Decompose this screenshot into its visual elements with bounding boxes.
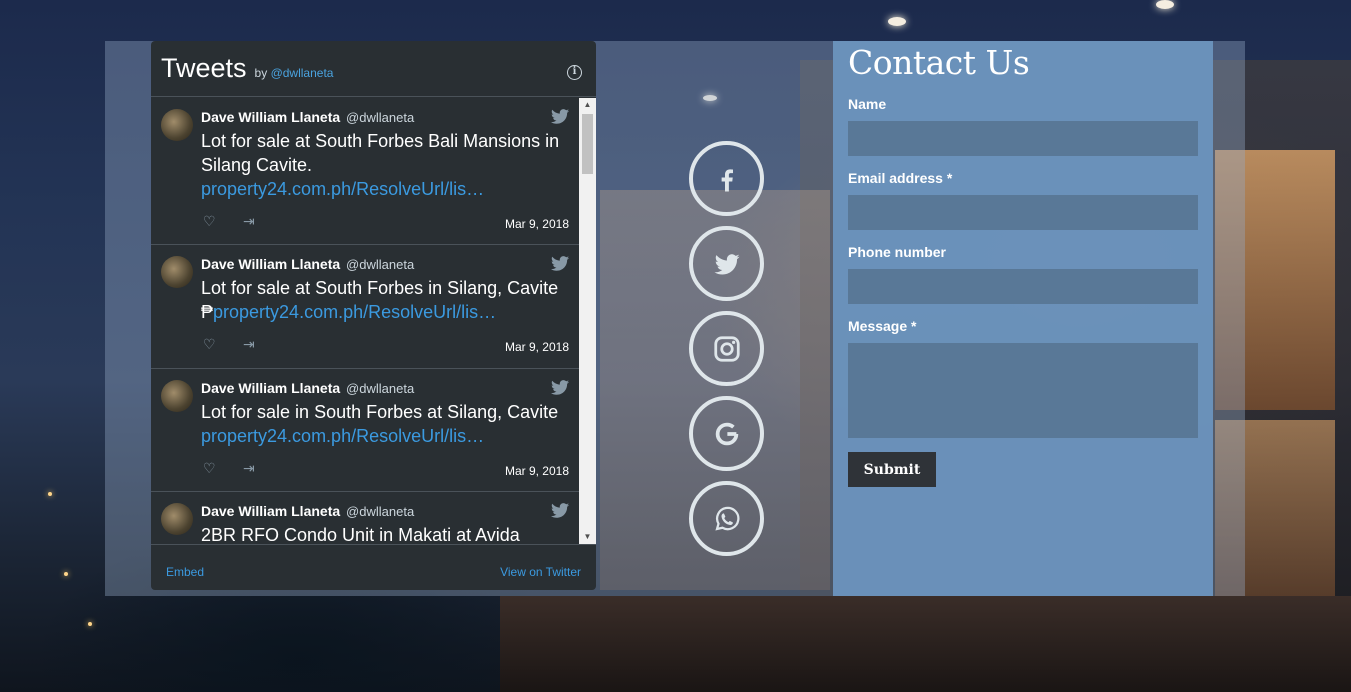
heart-icon[interactable]: ♡ <box>203 336 216 353</box>
submit-button[interactable]: Submit <box>848 452 936 487</box>
background-light <box>88 622 92 626</box>
tweet-author-handle[interactable]: @dwllaneta <box>346 110 414 125</box>
whatsapp-icon <box>714 506 739 531</box>
twitter-bird-icon[interactable] <box>551 109 569 124</box>
background-light <box>64 572 68 576</box>
tweet-body: 2BR RFO Condo Unit in Makati at Avida <box>201 525 520 544</box>
message-label: Message * <box>848 318 917 334</box>
tweet-author-name[interactable]: Dave William Llaneta <box>201 380 340 396</box>
avatar[interactable] <box>161 109 193 141</box>
tweet-author-handle[interactable]: @dwllaneta <box>346 381 414 396</box>
tweet-author-handle[interactable]: @dwllaneta <box>346 257 414 272</box>
info-icon[interactable]: i <box>567 65 582 80</box>
heart-icon[interactable]: ♡ <box>203 460 216 477</box>
tweet-author: Dave William Llaneta @dwllaneta <box>201 379 569 398</box>
tweet-author-handle[interactable]: @dwllaneta <box>346 504 414 519</box>
tweet-body: Lot for sale at South Forbes Bali Mansio… <box>201 131 560 175</box>
twitter-widget-footer: Embed View on Twitter <box>151 544 596 590</box>
contact-panel: Contact Us Name Email address * Phone nu… <box>833 41 1213 596</box>
background-light <box>888 17 906 26</box>
tweet-author: Dave William Llaneta @dwllaneta <box>201 502 569 521</box>
tweet-text: Lot for sale at South Forbes Bali Mansio… <box>201 129 569 201</box>
google-icon <box>715 422 738 445</box>
tweet-actions: ♡ ⇥ Mar 9, 2018 <box>201 458 569 482</box>
tweet-date[interactable]: Mar 9, 2018 <box>505 464 569 478</box>
facebook-icon <box>721 168 733 191</box>
tweet-link[interactable]: property24.com.ph/ResolveUrl/lis… <box>201 426 484 446</box>
twitter-bird-icon[interactable] <box>551 503 569 518</box>
view-on-twitter-link[interactable]: View on Twitter <box>500 565 581 579</box>
tweet-body: Lot for sale in South Forbes at Silang, … <box>201 402 559 422</box>
twitter-bird-icon[interactable] <box>551 380 569 395</box>
tweet-list-scrollbar[interactable]: ▲ ▼ <box>579 98 596 544</box>
tweet-item[interactable]: Dave William Llaneta @dwllaneta Lot for … <box>151 98 579 245</box>
scrollbar-thumb[interactable] <box>582 114 593 174</box>
tweet-author-name[interactable]: Dave William Llaneta <box>201 256 340 272</box>
share-icon[interactable]: ⇥ <box>243 336 255 353</box>
message-field[interactable] <box>848 343 1198 438</box>
twitter-link[interactable] <box>689 226 764 301</box>
share-icon[interactable]: ⇥ <box>243 213 255 230</box>
background-deck <box>500 596 1351 692</box>
background-light <box>48 492 52 496</box>
tweet-text: Lot for sale at South Forbes in Silang, … <box>201 276 569 324</box>
tweet-text: Lot for sale in South Forbes at Silang, … <box>201 400 569 448</box>
name-label: Name <box>848 96 887 112</box>
twitter-icon <box>714 253 739 274</box>
contact-title: Contact Us <box>848 43 1030 82</box>
phone-field[interactable] <box>848 269 1198 304</box>
email-label: Email address * <box>848 170 953 186</box>
avatar[interactable] <box>161 380 193 412</box>
scroll-up-arrow-icon[interactable]: ▲ <box>579 98 596 112</box>
tweet-link[interactable]: property24.com.ph/ResolveUrl/lis… <box>213 302 496 322</box>
tweet-item[interactable]: Dave William Llaneta @dwllaneta 2BR RFO … <box>151 492 579 544</box>
email-field[interactable] <box>848 195 1198 230</box>
byline-handle-link[interactable]: @dwllaneta <box>271 66 334 80</box>
instagram-link[interactable] <box>689 311 764 386</box>
tweet-author: Dave William Llaneta @dwllaneta <box>201 255 569 274</box>
tweet-link[interactable]: property24.com.ph/ResolveUrl/lis… <box>201 179 484 199</box>
tweet-date[interactable]: Mar 9, 2018 <box>505 340 569 354</box>
avatar[interactable] <box>161 256 193 288</box>
tweet-actions: ♡ ⇥ Mar 9, 2018 <box>201 334 569 358</box>
scroll-down-arrow-icon[interactable]: ▼ <box>579 530 596 544</box>
tweet-list[interactable]: Dave William Llaneta @dwllaneta Lot for … <box>151 98 596 544</box>
tweet-text: 2BR RFO Condo Unit in Makati at Avida <box>201 523 569 544</box>
background-light <box>1156 0 1174 9</box>
twitter-widget-title: Tweets <box>161 53 247 83</box>
tweet-item[interactable]: Dave William Llaneta @dwllaneta Lot for … <box>151 245 579 369</box>
tweet-item[interactable]: Dave William Llaneta @dwllaneta Lot for … <box>151 369 579 492</box>
instagram-icon <box>713 335 740 362</box>
whatsapp-link[interactable] <box>689 481 764 556</box>
tweet-author: Dave William Llaneta @dwllaneta <box>201 108 569 127</box>
share-icon[interactable]: ⇥ <box>243 460 255 477</box>
tweet-author-name[interactable]: Dave William Llaneta <box>201 109 340 125</box>
heart-icon[interactable]: ♡ <box>203 213 216 230</box>
tweet-author-name[interactable]: Dave William Llaneta <box>201 503 340 519</box>
embed-link[interactable]: Embed <box>166 565 204 579</box>
google-link[interactable] <box>689 396 764 471</box>
tweet-actions: ♡ ⇥ Mar 9, 2018 <box>201 211 569 235</box>
twitter-bird-icon[interactable] <box>551 256 569 271</box>
byline-prefix: by <box>254 66 268 80</box>
avatar[interactable] <box>161 503 193 535</box>
social-links <box>689 141 764 566</box>
name-field[interactable] <box>848 121 1198 156</box>
phone-label: Phone number <box>848 244 947 260</box>
twitter-timeline-widget: Tweets by @dwllaneta i Dave William Llan… <box>151 41 596 590</box>
twitter-widget-byline: by @dwllaneta <box>255 66 334 80</box>
twitter-widget-header: Tweets by @dwllaneta i <box>151 41 596 97</box>
facebook-link[interactable] <box>689 141 764 216</box>
tweet-date[interactable]: Mar 9, 2018 <box>505 217 569 231</box>
